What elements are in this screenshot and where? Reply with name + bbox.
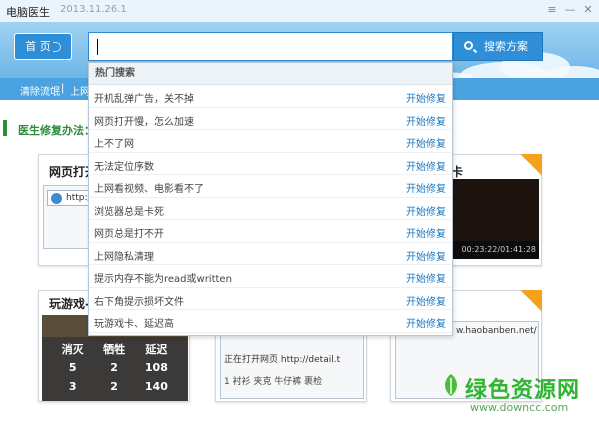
table-cell: 2: [110, 361, 118, 374]
close-icon[interactable]: ✕: [581, 3, 595, 17]
preview-line: 1 衬衫 夹克 牛仔裤 裹检: [224, 377, 323, 387]
suggestion-item[interactable]: 开机乱弹广告，关不掉 开始修复: [89, 85, 452, 108]
table-cell: 108: [144, 361, 168, 374]
start-repair-link[interactable]: 开始修复: [406, 113, 446, 128]
search-button-label: 搜索方案: [484, 40, 528, 53]
suggestion-text: 网页打开慢，怎么加速: [94, 116, 194, 128]
start-repair-link[interactable]: 开始修复: [406, 315, 446, 330]
start-repair-link[interactable]: 开始修复: [406, 158, 446, 173]
hot-ribbon-icon: [520, 290, 542, 312]
search-input[interactable]: [88, 32, 453, 61]
suggestion-item[interactable]: 右下角提示损坏文件 开始修复: [89, 288, 452, 310]
suggestion-item[interactable]: 上不了网 开始修复: [89, 130, 452, 153]
watermark-text: 绿色资源网: [465, 378, 581, 403]
suggestion-text: 无法定位序数: [94, 161, 154, 173]
suggestion-text: 网页总是打不开: [94, 229, 164, 240]
suggestion-item[interactable]: 网页总是打不开 开始修复: [89, 220, 452, 243]
app-version: 2013.11.26.1: [60, 4, 127, 15]
suggestion-text: 上不了网: [94, 139, 134, 150]
url-text: http:/: [66, 193, 91, 203]
preview-line: 正在打开网页 http://detail.t: [224, 355, 341, 365]
suggestion-text: 开机乱弹广告，关不掉: [94, 94, 194, 105]
video-preview: 00:23:22/01:41:28: [451, 179, 539, 259]
suggestion-text: 玩游戏卡、延迟高: [94, 319, 174, 330]
start-repair-link[interactable]: 开始修复: [406, 248, 446, 263]
suggestion-text: 浏览器总是卡死: [94, 206, 164, 218]
table-header: 延迟: [145, 342, 168, 356]
ie-icon: [51, 193, 62, 204]
search-icon: [464, 41, 473, 50]
table-header: 消灭: [61, 342, 84, 356]
start-repair-link[interactable]: 开始修复: [406, 135, 446, 150]
dropdown-header: 热门搜索: [89, 63, 452, 85]
suggestion-text: 上网隐私清理: [94, 251, 154, 263]
watermark-url: www.downcc.com: [470, 401, 569, 414]
home-button-label: 首 页: [25, 40, 51, 53]
leaf-logo-icon: [445, 374, 457, 396]
subnav-item-clean[interactable]: 清除流氓: [20, 83, 60, 98]
app-title: 电脑医生: [6, 6, 50, 19]
game-stats-table: 消灭 牺牲 延迟 5 2 108 3 2 140: [52, 339, 178, 396]
home-button[interactable]: 首 页: [14, 33, 72, 60]
suggestion-item[interactable]: 玩游戏卡、延迟高 开始修复: [89, 310, 452, 333]
suggestion-text: 提示内存不能为read或written: [94, 274, 232, 285]
title-bar: 电脑医生 2013.11.26.1 ≡ — ✕: [0, 0, 599, 22]
suggestion-item[interactable]: 无法定位序数 开始修复: [89, 153, 452, 175]
minimize-icon[interactable]: —: [563, 3, 577, 17]
start-repair-link[interactable]: 开始修复: [406, 293, 446, 308]
search-suggestions-dropdown: 热门搜索 开机乱弹广告，关不掉 开始修复 网页打开慢，怎么加速 开始修复 上不了网 开始修…: [88, 62, 453, 336]
url-text: w.haobanben.net/: [456, 326, 537, 336]
search-button[interactable]: 搜索方案: [453, 32, 543, 61]
subnav-item-internet[interactable]: 上网: [70, 83, 90, 98]
hot-ribbon-icon: [520, 154, 542, 176]
section-title: 医生修复办法：: [18, 124, 95, 137]
suggestion-item[interactable]: 浏览器总是卡死 开始修复: [89, 198, 452, 220]
suggestion-text: 上网看视频、电影看不了: [94, 184, 204, 195]
start-repair-link[interactable]: 开始修复: [406, 203, 446, 218]
table-cell: 140: [144, 380, 168, 393]
table-header: 牺牲: [103, 342, 126, 356]
start-repair-link[interactable]: 开始修复: [406, 225, 446, 240]
start-repair-link[interactable]: 开始修复: [406, 180, 446, 195]
subnav-separator: |: [61, 83, 65, 94]
text-caret: [97, 39, 98, 55]
suggestion-item[interactable]: 网页打开慢，怎么加速 开始修复: [89, 108, 452, 130]
start-repair-link[interactable]: 开始修复: [406, 90, 446, 105]
suggestion-item[interactable]: 上网看视频、电影看不了 开始修复: [89, 175, 452, 198]
suggestion-item[interactable]: 提示内存不能为read或written 开始修复: [89, 265, 452, 288]
suggestion-item[interactable]: 上网隐私清理 开始修复: [89, 243, 452, 265]
table-cell: 5: [68, 361, 77, 374]
table-cell: 3: [68, 380, 77, 393]
table-cell: 2: [110, 380, 118, 393]
video-time: 00:23:22/01:41:28: [451, 241, 539, 259]
suggestion-text: 右下角提示损坏文件: [94, 296, 184, 308]
arrow-icon: [52, 42, 61, 52]
section-marker: [3, 120, 7, 136]
menu-icon[interactable]: ≡: [545, 3, 559, 17]
start-repair-link[interactable]: 开始修复: [406, 270, 446, 285]
